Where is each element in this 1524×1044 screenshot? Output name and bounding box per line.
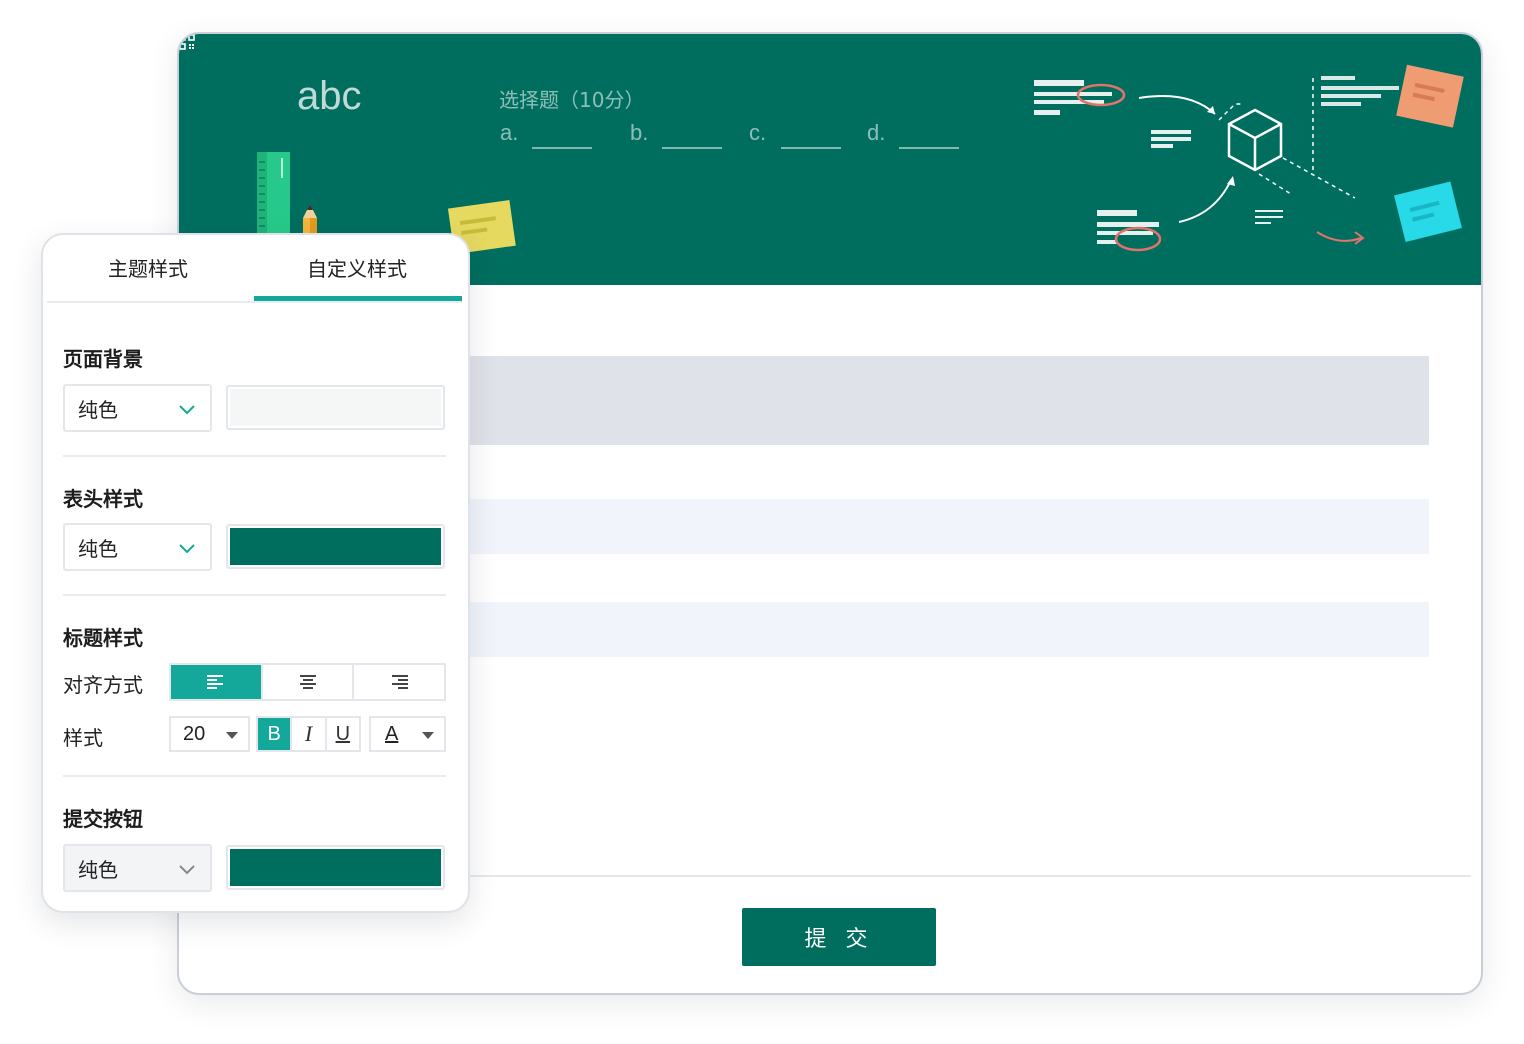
color-swatch xyxy=(230,849,441,886)
underline-button[interactable]: U xyxy=(327,718,359,750)
form-field-placeholder[interactable] xyxy=(419,499,1429,554)
alignment-button-group xyxy=(169,663,446,701)
align-center-icon xyxy=(299,675,316,689)
chevron-down-icon xyxy=(179,405,195,415)
select-value: 纯色 xyxy=(78,536,118,561)
color-swatch xyxy=(230,389,441,426)
section-title-submit-button: 提交按钮 xyxy=(63,807,143,831)
submit-button-fill-select[interactable]: 纯色 xyxy=(63,844,212,892)
font-size-select[interactable]: 20 xyxy=(169,716,250,752)
align-right-button[interactable] xyxy=(354,665,444,699)
italic-button[interactable]: I xyxy=(292,718,327,750)
align-label: 对齐方式 xyxy=(63,673,143,697)
section-title-page-background: 页面背景 xyxy=(63,347,143,371)
form-title-placeholder xyxy=(419,356,1429,445)
font-size-value: 20 xyxy=(183,722,206,745)
caret-down-icon xyxy=(226,732,238,739)
header-color-picker[interactable] xyxy=(226,524,445,569)
style-label: 样式 xyxy=(63,726,103,750)
align-left-button[interactable] xyxy=(171,665,263,699)
tab-custom-style[interactable]: 自定义样式 xyxy=(307,253,407,282)
style-settings-panel: 主题样式 自定义样式 页面背景 纯色 表头样式 纯色 标题样式 对齐方式 样式 … xyxy=(41,233,470,913)
submit-button[interactable]: 提 交 xyxy=(742,908,936,966)
text-format-group: B I U xyxy=(256,716,361,752)
page-background-color-picker[interactable] xyxy=(226,385,445,430)
font-color-letter: A xyxy=(385,722,399,745)
submit-button-color-picker[interactable] xyxy=(226,845,445,890)
divider xyxy=(63,775,446,777)
bold-button[interactable]: B xyxy=(258,718,293,750)
qr-code-icon[interactable] xyxy=(179,34,195,50)
caret-down-icon xyxy=(422,732,434,739)
align-center-button[interactable] xyxy=(263,665,355,699)
divider xyxy=(63,594,446,596)
select-value: 纯色 xyxy=(78,397,118,422)
tab-theme-style[interactable]: 主题样式 xyxy=(108,253,188,282)
color-swatch xyxy=(230,528,441,565)
page-background-fill-select[interactable]: 纯色 xyxy=(63,384,212,432)
form-field-placeholder[interactable] xyxy=(419,602,1429,657)
panel-tabs: 主题样式 自定义样式 xyxy=(47,235,462,303)
select-value: 纯色 xyxy=(78,857,118,882)
header-fill-select[interactable]: 纯色 xyxy=(63,523,212,571)
chevron-down-icon xyxy=(179,865,195,875)
chevron-down-icon xyxy=(179,544,195,554)
section-title-header-style: 表头样式 xyxy=(63,487,143,511)
divider xyxy=(63,455,446,457)
align-left-icon xyxy=(206,675,223,689)
align-right-icon xyxy=(392,675,409,689)
section-title-title-style: 标题样式 xyxy=(63,626,143,650)
active-tab-indicator xyxy=(254,296,462,301)
font-color-select[interactable]: A xyxy=(369,716,446,752)
